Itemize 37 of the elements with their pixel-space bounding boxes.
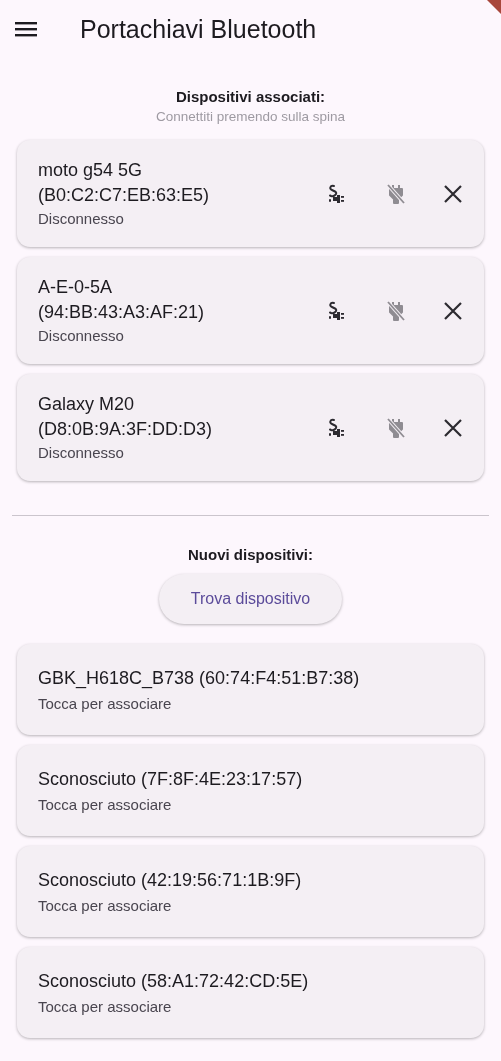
new-device-card[interactable]: Sconosciuto (7F:8F:4E:23:17:57) Tocca per associare bbox=[17, 745, 484, 836]
remove-button[interactable] bbox=[442, 182, 464, 205]
new-device-card[interactable]: GBK_H618C_B738 (60:74:F4:51:B7:38) Tocca per associare bbox=[17, 644, 484, 735]
device-subtitle: Tocca per associare bbox=[38, 795, 173, 813]
remove-button[interactable] bbox=[442, 299, 464, 322]
menu-button[interactable] bbox=[14, 20, 38, 38]
new-device-card[interactable]: Sconosciuto (58:A1:72:42:CD:5E) Tocca per associare bbox=[17, 947, 484, 1038]
device-name: moto g54 5G bbox=[38, 160, 144, 181]
find-device-button[interactable]: Trova dispositivo bbox=[158, 574, 343, 624]
device-address: (B0:C2:C7:EB:63:E5) bbox=[38, 185, 210, 206]
plug-off-icon bbox=[384, 181, 408, 206]
new-device-card[interactable]: Sconosciuto (42:19:56:71:1B:9F) Tocca per associare bbox=[17, 846, 484, 937]
remove-button[interactable] bbox=[442, 416, 464, 439]
section-hint: Connettiti premendo sulla spina bbox=[155, 109, 346, 124]
device-status: Disconnesso bbox=[38, 444, 125, 461]
section-heading: Dispositivi associati: bbox=[175, 88, 326, 105]
device-address: (94:BB:43:A3:AF:21) bbox=[38, 302, 205, 323]
device-address: (D8:0B:9A:3F:DD:D3) bbox=[38, 419, 213, 440]
device-subtitle: Tocca per associare bbox=[38, 997, 173, 1015]
device-title: Sconosciuto (7F:8F:4E:23:17:57) bbox=[38, 768, 304, 790]
device-status: Disconnesso bbox=[38, 210, 125, 227]
section-heading: Nuovi dispositivi: bbox=[188, 546, 313, 563]
device-status: Disconnesso bbox=[38, 327, 125, 344]
plug-off-icon bbox=[384, 298, 408, 323]
device-title: Sconosciuto (58:A1:72:42:CD:5E) bbox=[38, 970, 310, 992]
close-icon bbox=[442, 416, 464, 439]
close-icon bbox=[442, 299, 464, 322]
device-subtitle: Tocca per associare bbox=[38, 694, 173, 712]
plug-off-icon bbox=[384, 415, 408, 440]
device-title: Sconosciuto (42:19:56:71:1B:9F) bbox=[38, 869, 303, 891]
device-subtitle: Tocca per associare bbox=[38, 896, 173, 914]
device-name: A-E-0-5A bbox=[38, 277, 114, 298]
close-icon bbox=[442, 182, 464, 205]
device-title: GBK_H618C_B738 (60:74:F4:51:B7:38) bbox=[38, 667, 361, 689]
menu-icon bbox=[14, 20, 38, 38]
app-title: Portachiavi Bluetooth bbox=[80, 14, 317, 44]
device-name: Galaxy M20 bbox=[38, 394, 136, 415]
